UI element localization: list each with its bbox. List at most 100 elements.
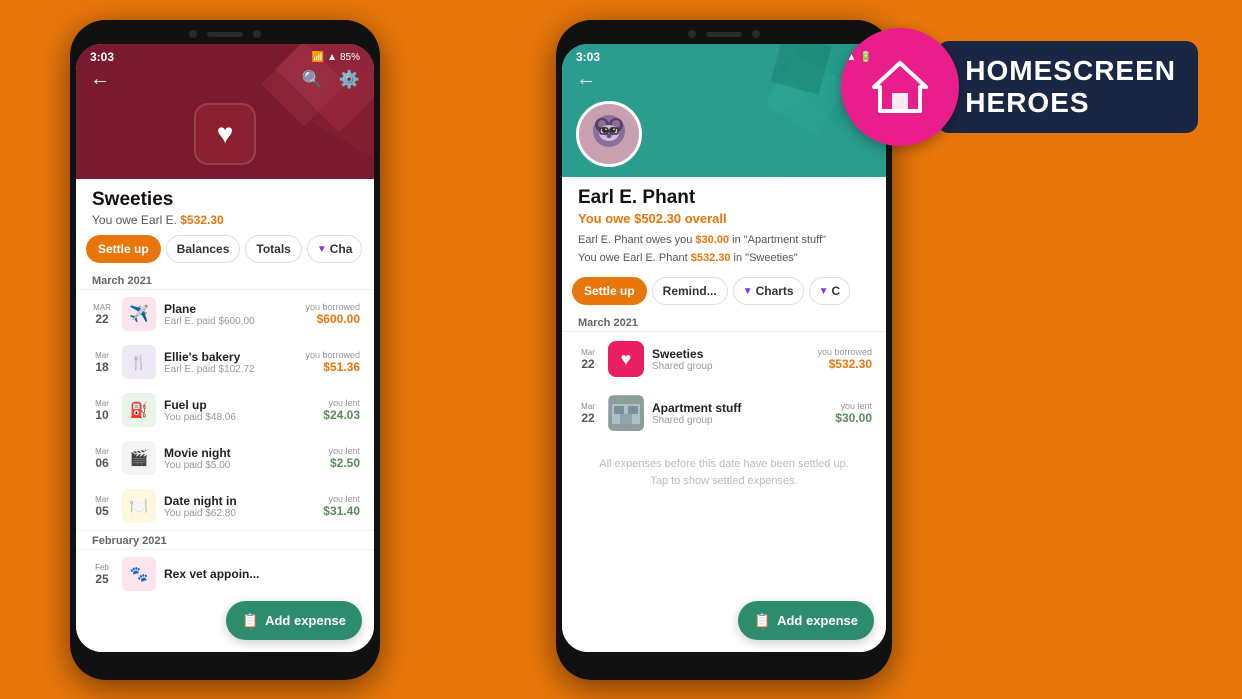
movie-name: Movie night <box>164 446 320 460</box>
settings-icon[interactable]: ⚙️ <box>339 70 360 90</box>
movie-amount: $2.50 <box>328 456 360 470</box>
owe-amount: $532.30 <box>180 213 223 227</box>
fuel-payer: You paid $48.06 <box>164 412 315 423</box>
p2-wifi-icon: ▲ <box>847 52 857 63</box>
rex-name: Rex vet appoin... <box>164 567 360 581</box>
plane-status: you borrowed <box>305 302 360 312</box>
battery-icon: 📶 <box>312 52 324 63</box>
tab-more-p2[interactable]: ▼ C <box>809 277 851 305</box>
date-fuel: Mar 10 <box>90 399 114 422</box>
phone2-avatar-area <box>576 101 642 167</box>
month-movie: Mar <box>95 447 109 456</box>
tab-more-label-p2: C <box>832 284 841 298</box>
phone1-screen: 3:03 📶 ▲ 85% ← 🔍 ⚙️ <box>76 44 374 652</box>
phone2-tabs: Settle up Remind... ▼ Charts ▼ C <box>562 269 886 313</box>
month-bakery: Mar <box>95 351 109 360</box>
speaker-p2 <box>706 32 742 37</box>
group-name: Sweeties <box>76 179 374 213</box>
badge-line1: HOMESCREEN <box>965 55 1176 87</box>
search-icon[interactable]: 🔍 <box>302 70 323 90</box>
datenight-icon-box: 🍽️ <box>122 489 156 523</box>
camera-dot <box>189 30 197 38</box>
app-logo: ♥ <box>194 103 256 165</box>
contact-name: Earl E. Phant <box>562 177 886 211</box>
phone2-screen: 3:03 ▲ 🔋 ← <box>562 44 886 652</box>
month-datenight: Mar <box>95 495 109 504</box>
month-rex: Feb <box>95 563 109 572</box>
datenight-name: Date night in <box>164 494 315 508</box>
tab-remind[interactable]: Remind... <box>652 277 728 305</box>
sweeties-amount-col: you borrowed $532.30 <box>817 347 872 371</box>
tab-charts-p2[interactable]: ▼ Charts <box>733 277 804 305</box>
phone2-status-icons: ▲ 🔋 <box>847 52 872 63</box>
tab-totals[interactable]: Totals <box>245 235 301 263</box>
battery-level: 85% <box>340 52 360 63</box>
day-plane: 22 <box>95 312 108 326</box>
phone2-nav: ← <box>562 66 886 97</box>
phone1-header: 3:03 📶 ▲ 85% ← 🔍 ⚙️ <box>76 44 374 179</box>
badge-container: HOMESCREEN HEROES <box>841 28 1198 146</box>
fuel-status: you lent <box>323 398 360 408</box>
sweeties-icon-box: ♥ <box>608 341 644 377</box>
date-datenight: Mar 05 <box>90 495 114 518</box>
add-expense-icon-1: 📋 <box>242 612 259 629</box>
add-expense-btn-1[interactable]: 📋 Add expense <box>226 601 362 640</box>
day-rex: 25 <box>95 572 108 586</box>
phone2-avatar <box>576 101 642 167</box>
add-expense-btn-2[interactable]: 📋 Add expense <box>738 601 874 640</box>
date-rex: Feb 25 <box>90 563 114 586</box>
date-apt: Mar 22 <box>576 402 600 425</box>
owe-details: Earl E. Phant owes you $30.00 in "Apartm… <box>562 230 886 269</box>
fuel-info: Fuel up You paid $48.06 <box>164 398 315 423</box>
datenight-status: you lent <box>323 494 360 504</box>
apt-sub: Shared group <box>652 415 827 426</box>
apt-amount: $30.00 <box>835 411 872 425</box>
expense-row-sweeties: Mar 22 ♥ Sweeties Shared group you borro… <box>562 332 886 386</box>
phone1-status-icons: 📶 ▲ 85% <box>312 52 360 63</box>
fuel-amount-col: you lent $24.03 <box>323 398 360 422</box>
month-sweeties: Mar <box>581 348 595 357</box>
phone2-header: 3:03 ▲ 🔋 ← <box>562 44 886 177</box>
apt-amount-col: you lent $30.00 <box>835 401 872 425</box>
camera-dot2 <box>253 30 261 38</box>
owe-detail-2: You owe Earl E. Phant $532.30 in "Sweeti… <box>578 250 870 268</box>
phone1-nav: ← 🔍 ⚙️ <box>76 66 374 99</box>
phone1-container: 3:03 📶 ▲ 85% ← 🔍 ⚙️ <box>70 20 380 680</box>
fuel-name: Fuel up <box>164 398 315 412</box>
tab-balances[interactable]: Balances <box>166 235 241 263</box>
expense-row-bakery: Mar 18 🍴 Ellie's bakery Earl E. paid $10… <box>76 338 374 386</box>
apt-name: Apartment stuff <box>652 401 827 415</box>
movie-icon-box: 🎬 <box>122 441 156 475</box>
phone1-status-bar: 3:03 📶 ▲ 85% <box>76 44 374 66</box>
group-subtitle: You owe Earl E. $532.30 <box>76 213 374 235</box>
tab-charts[interactable]: ▼ Cha <box>307 235 363 263</box>
fuel-icon-box: ⛽ <box>122 393 156 427</box>
owe-overall: You owe $502.30 overall <box>562 211 886 230</box>
tab-settle-up-p2[interactable]: Settle up <box>572 277 647 305</box>
movie-amount-col: you lent $2.50 <box>328 446 360 470</box>
phone1-back-btn[interactable]: ← <box>90 68 110 91</box>
apt-status: you lent <box>835 401 872 411</box>
bakery-status: you borrowed <box>305 350 360 360</box>
plane-amount: $600.00 <box>305 312 360 326</box>
bakery-icon-box: 🍴 <box>122 345 156 379</box>
subtitle-text: You owe Earl E. <box>92 213 177 227</box>
date-plane: Mar 22 <box>90 303 114 326</box>
tab-settle-up[interactable]: Settle up <box>86 235 161 263</box>
phone2-status-bar: 3:03 ▲ 🔋 <box>562 44 886 66</box>
wifi-icon: ▲ <box>327 52 337 63</box>
month-apt: Mar <box>581 402 595 411</box>
phone2-back-btn[interactable]: ← <box>576 68 596 90</box>
plane-name: Plane <box>164 302 297 316</box>
fuel-amount: $24.03 <box>323 408 360 422</box>
owe-detail-1: Earl E. Phant owes you $30.00 in "Apartm… <box>578 232 870 250</box>
plane-payer: Earl E. paid $600.00 <box>164 316 297 327</box>
month-plane: Mar <box>93 303 111 312</box>
plane-amount-col: you borrowed $600.00 <box>305 302 360 326</box>
expense-row-plane: Mar 22 ✈️ Plane Earl E. paid $600.00 you… <box>76 290 374 338</box>
month-fuel: Mar <box>95 399 109 408</box>
phone1-header-actions: 🔍 ⚙️ <box>302 70 360 90</box>
phone1-content: Sweeties You owe Earl E. $532.30 Settle … <box>76 179 374 652</box>
expense-row-rex: Feb 25 🐾 Rex vet appoin... <box>76 550 374 598</box>
day-sweeties: 22 <box>581 357 594 371</box>
